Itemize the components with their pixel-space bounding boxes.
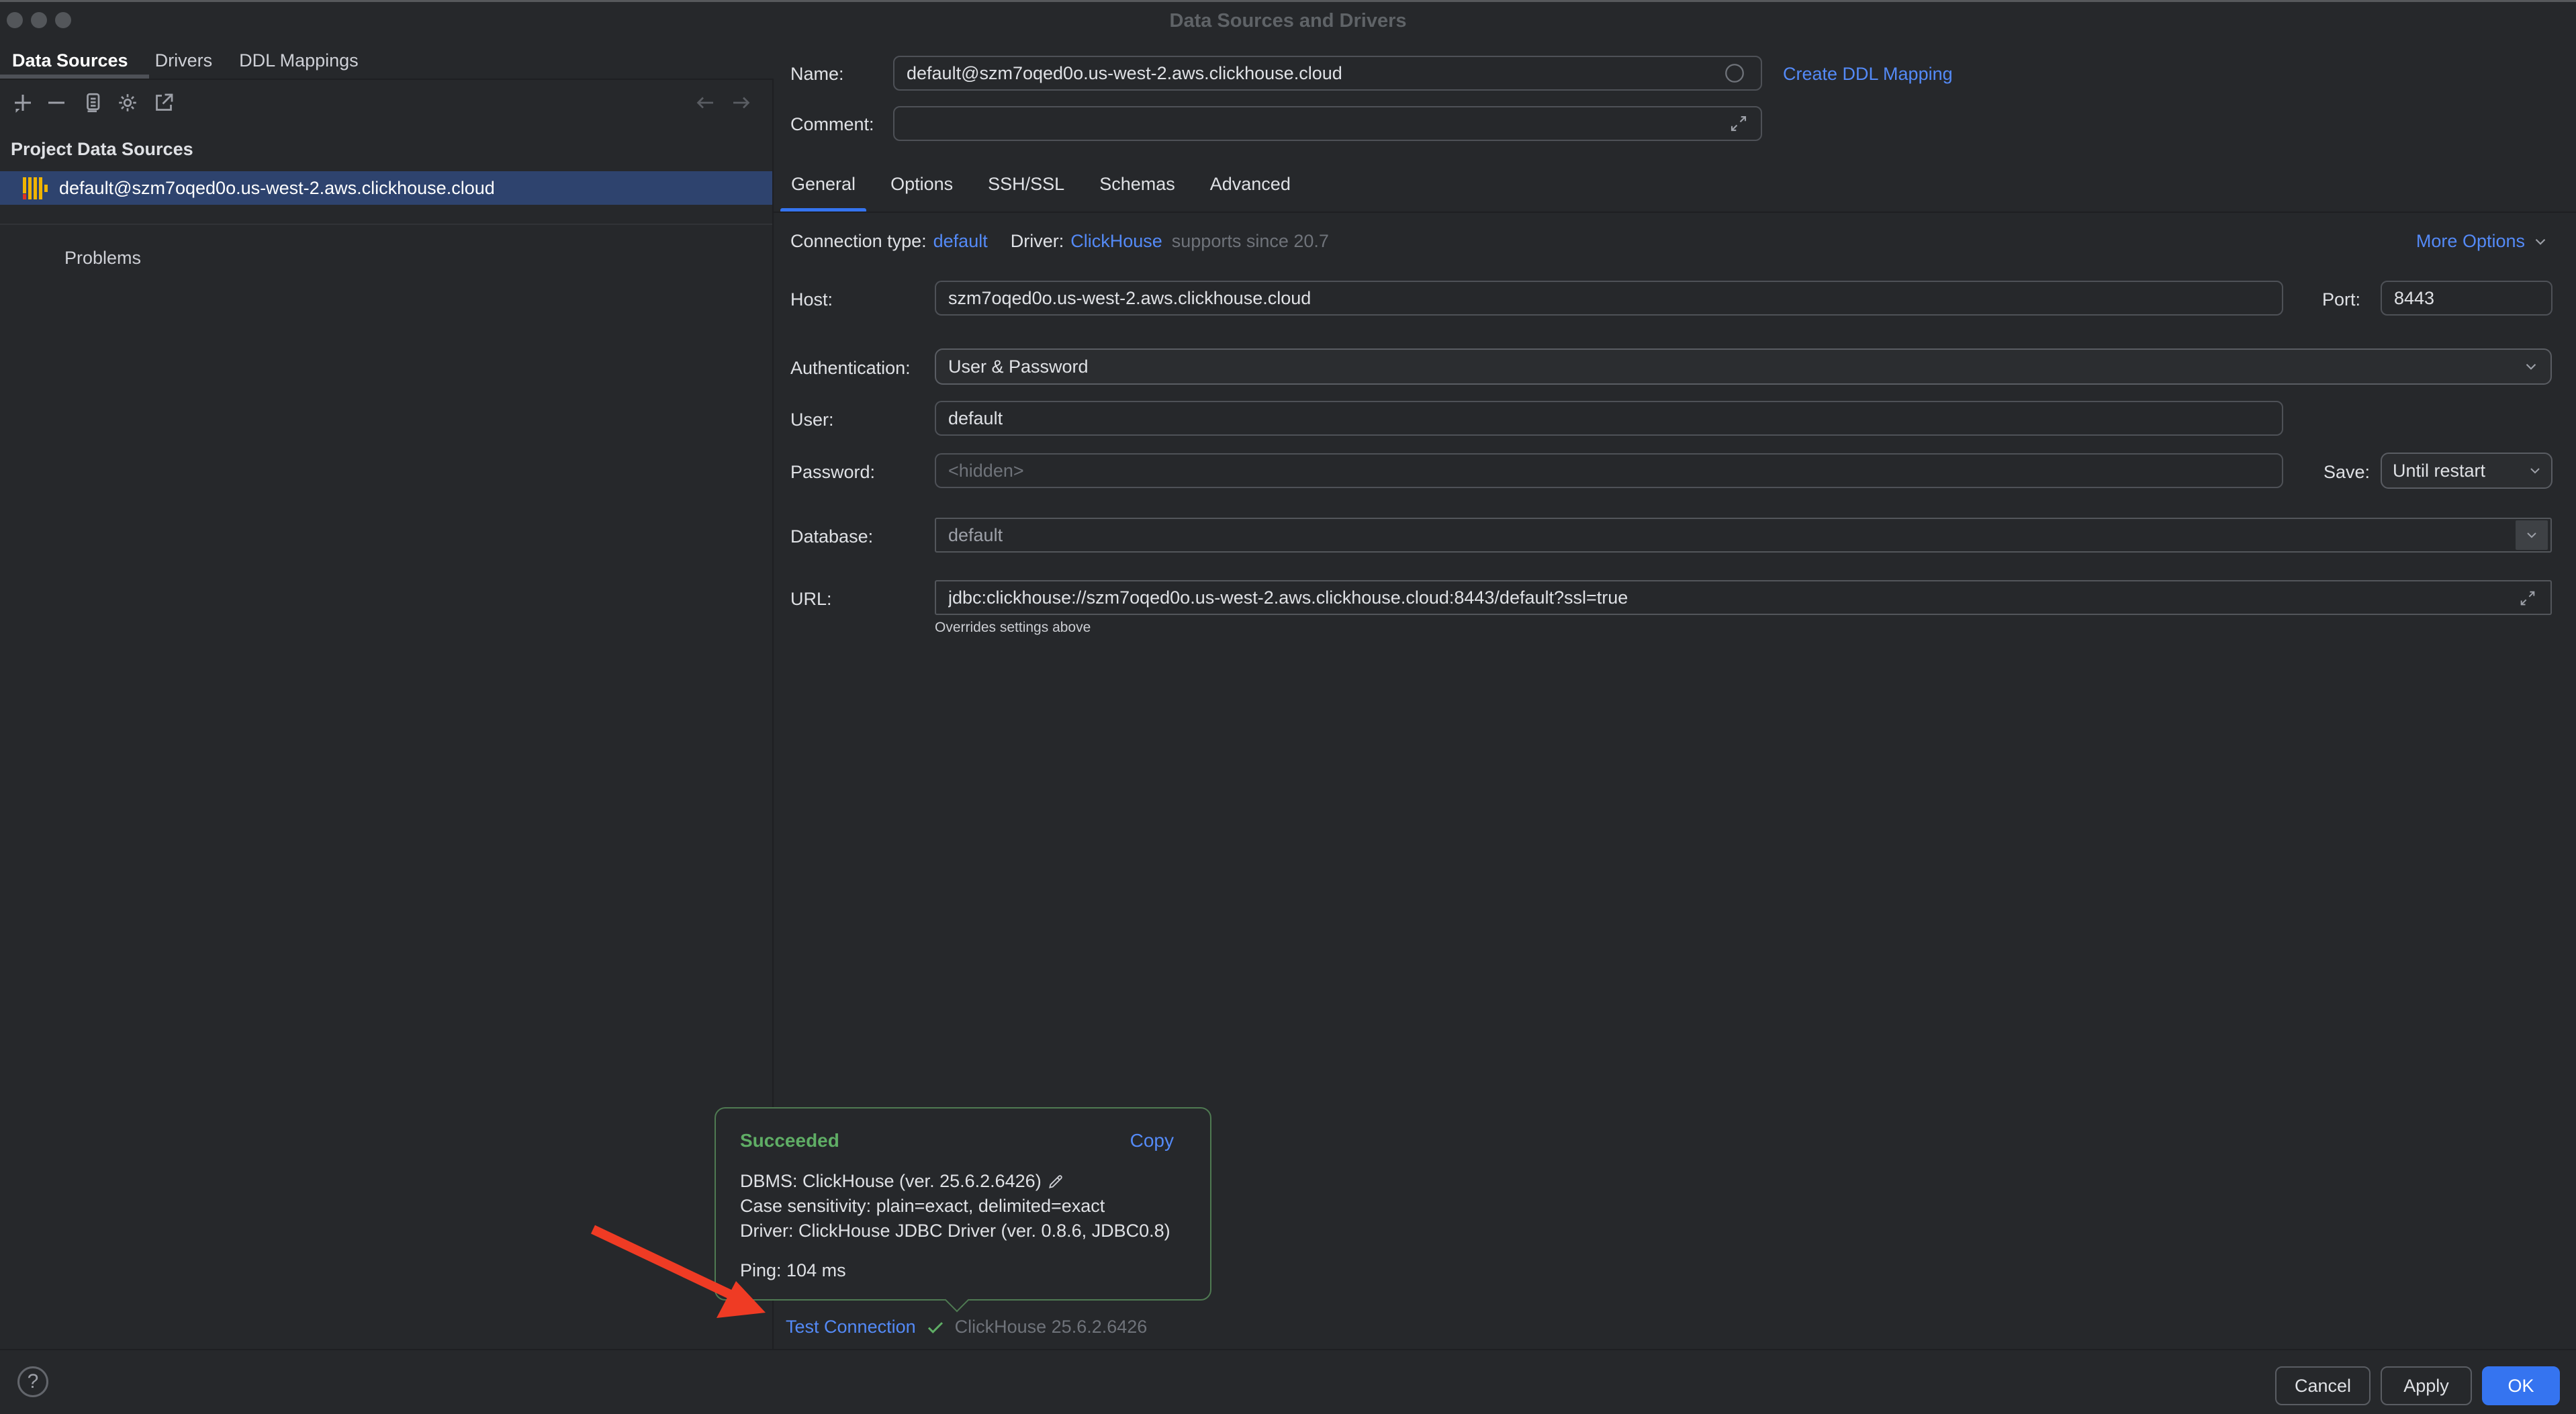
save-select[interactable]: Until restart bbox=[2381, 453, 2552, 489]
host-input[interactable] bbox=[935, 281, 2283, 316]
test-connection-row: Test Connection ClickHouse 25.6.2.6426 bbox=[786, 1317, 1147, 1337]
tabs-separator bbox=[0, 79, 772, 80]
connection-status-text: ClickHouse 25.6.2.6426 bbox=[955, 1317, 1148, 1337]
open-in-new-icon[interactable] bbox=[152, 91, 176, 115]
popup-status: Succeeded bbox=[740, 1130, 839, 1151]
create-ddl-mapping-link[interactable]: Create DDL Mapping bbox=[1783, 64, 1953, 85]
help-button[interactable]: ? bbox=[17, 1366, 48, 1397]
tab-schemas[interactable]: Schemas bbox=[1099, 174, 1175, 195]
check-icon bbox=[925, 1317, 946, 1337]
name-input[interactable] bbox=[893, 56, 1762, 91]
clickhouse-icon bbox=[20, 173, 50, 203]
duplicate-icon[interactable] bbox=[81, 91, 105, 115]
authentication-label: Authentication: bbox=[790, 358, 911, 379]
comment-label: Comment: bbox=[790, 114, 874, 135]
driver-line: Driver: ClickHouse JDBC Driver (ver. 0.8… bbox=[740, 1219, 1170, 1243]
port-input[interactable] bbox=[2381, 281, 2552, 316]
connection-type-value-link[interactable]: default bbox=[933, 231, 988, 252]
ping-line: Ping: 104 ms bbox=[740, 1260, 846, 1281]
chevron-down-icon bbox=[2532, 233, 2549, 250]
add-icon[interactable] bbox=[11, 91, 35, 115]
tab-data-sources[interactable]: Data Sources bbox=[0, 42, 142, 79]
url-label: URL: bbox=[790, 589, 832, 610]
tab-general[interactable]: General bbox=[780, 174, 856, 195]
port-label: Port: bbox=[2322, 289, 2360, 310]
apply-button[interactable]: Apply bbox=[2381, 1366, 2472, 1405]
main-tabs-separator bbox=[774, 211, 2576, 213]
project-data-sources-header: Project Data Sources bbox=[11, 139, 193, 160]
cancel-button[interactable]: Cancel bbox=[2275, 1366, 2371, 1405]
forward-icon[interactable] bbox=[729, 91, 753, 115]
password-input[interactable] bbox=[935, 453, 2283, 488]
expand-field-icon[interactable] bbox=[1729, 113, 1749, 134]
window-title: Data Sources and Drivers bbox=[0, 10, 2576, 32]
copy-link[interactable]: Copy bbox=[1130, 1130, 1174, 1151]
data-source-list-item[interactable]: default@szm7oqed0o.us-west-2.aws.clickho… bbox=[0, 171, 772, 205]
name-label: Name: bbox=[790, 64, 844, 85]
ok-button[interactable]: OK bbox=[2482, 1366, 2560, 1405]
more-options-link[interactable]: More Options bbox=[2416, 231, 2549, 252]
edit-pencil-icon[interactable] bbox=[1047, 1173, 1064, 1190]
driver-value-link[interactable]: ClickHouse bbox=[1070, 231, 1162, 252]
tree-separator bbox=[0, 224, 772, 225]
tab-advanced[interactable]: Advanced bbox=[1210, 174, 1291, 195]
driver-note: supports since 20.7 bbox=[1172, 231, 1329, 252]
left-panel-tabs: Data Sources Drivers DDL Mappings bbox=[0, 42, 372, 79]
database-combobox[interactable] bbox=[935, 518, 2552, 553]
data-sources-dialog: Data Sources and Drivers Data Sources Dr… bbox=[0, 0, 2576, 1414]
authentication-select[interactable]: User & Password bbox=[935, 348, 2552, 385]
annotation-arrow bbox=[0, 2, 2576, 1414]
tab-options[interactable]: Options bbox=[890, 174, 953, 195]
user-label: User: bbox=[790, 410, 834, 430]
chevron-down-icon bbox=[2527, 463, 2543, 479]
problems-node[interactable]: Problems bbox=[64, 248, 141, 269]
data-source-name: default@szm7oqed0o.us-west-2.aws.clickho… bbox=[59, 178, 495, 199]
expand-field-icon[interactable] bbox=[2518, 589, 2537, 608]
popup-details: DBMS: ClickHouse (ver. 25.6.2.6426) Case… bbox=[740, 1169, 1170, 1243]
save-label: Save: bbox=[2324, 462, 2370, 483]
url-note: Overrides settings above bbox=[935, 620, 1091, 636]
password-label: Password: bbox=[790, 462, 875, 483]
comment-input[interactable] bbox=[893, 106, 1762, 141]
save-value: Until restart bbox=[2393, 461, 2485, 481]
driver-label: Driver: bbox=[1011, 231, 1064, 252]
case-sensitivity-line: Case sensitivity: plain=exact, delimited… bbox=[740, 1194, 1170, 1219]
color-swatch-icon[interactable] bbox=[1723, 62, 1746, 85]
test-connection-link[interactable]: Test Connection bbox=[786, 1317, 916, 1337]
url-input[interactable] bbox=[935, 580, 2552, 615]
test-connection-popup: Succeeded Copy DBMS: ClickHouse (ver. 25… bbox=[715, 1107, 1211, 1301]
authentication-value: User & Password bbox=[948, 357, 1089, 377]
database-dropdown-button[interactable] bbox=[2516, 520, 2548, 550]
host-label: Host: bbox=[790, 289, 833, 310]
tab-drivers[interactable]: Drivers bbox=[142, 42, 226, 79]
chevron-down-icon bbox=[2524, 527, 2540, 543]
database-label: Database: bbox=[790, 526, 873, 547]
settings-tabs: General Options SSH/SSL Schemas Advanced bbox=[780, 174, 1291, 195]
footer-separator bbox=[0, 1349, 2576, 1350]
popup-caret bbox=[945, 1288, 970, 1313]
gear-icon[interactable] bbox=[116, 91, 140, 115]
user-input[interactable] bbox=[935, 401, 2283, 436]
dbms-line: DBMS: ClickHouse (ver. 25.6.2.6426) bbox=[740, 1169, 1042, 1194]
connection-type-row: Connection type: default Driver: ClickHo… bbox=[790, 231, 1329, 252]
chevron-down-icon bbox=[2522, 358, 2540, 375]
remove-icon[interactable] bbox=[44, 91, 68, 115]
connection-type-label: Connection type: bbox=[790, 231, 927, 252]
tab-ssh-ssl[interactable]: SSH/SSL bbox=[988, 174, 1064, 195]
back-icon[interactable] bbox=[693, 91, 717, 115]
tab-ddl-mappings[interactable]: DDL Mappings bbox=[226, 42, 372, 79]
